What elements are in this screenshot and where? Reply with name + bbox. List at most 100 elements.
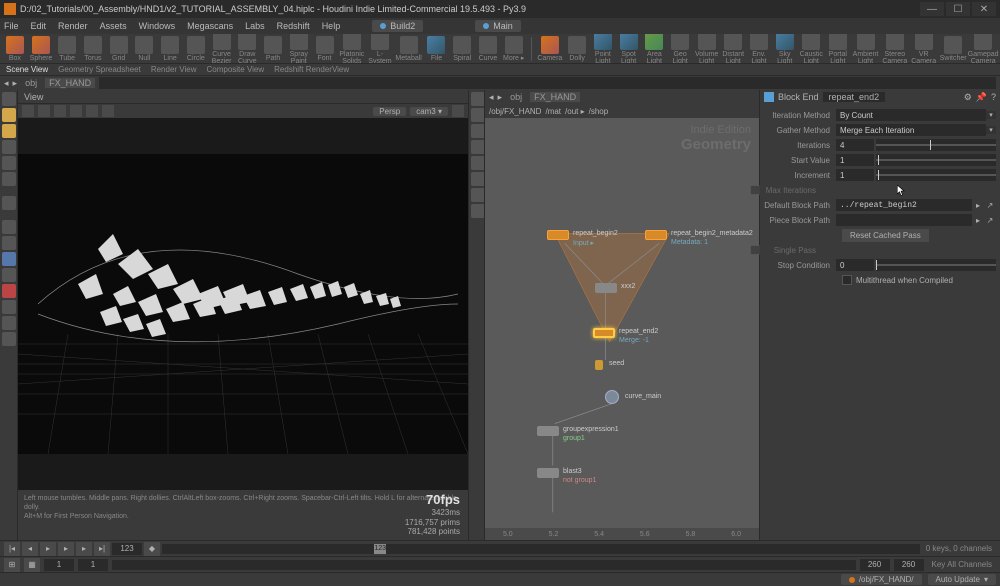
shelf-sky-light[interactable]: Sky Light xyxy=(774,34,796,64)
shelf-spiral[interactable]: Spiral xyxy=(451,36,473,62)
shelf-platonic-solids[interactable]: Platonic Solids xyxy=(339,34,364,64)
field-start[interactable]: 1 xyxy=(836,154,874,166)
shelf-env.-light[interactable]: Env. Light xyxy=(748,34,770,64)
dropdown-icon[interactable]: ▾ xyxy=(986,126,996,134)
shelf-draw-curve[interactable]: Draw Curve xyxy=(236,34,258,64)
rt-btn-7[interactable] xyxy=(471,188,485,202)
shelf-path[interactable]: Path xyxy=(262,36,284,62)
shelf-metaball[interactable]: Metaball xyxy=(396,36,422,62)
field-iter-method[interactable]: By Count xyxy=(836,109,986,121)
shelf-grid[interactable]: Grid xyxy=(108,36,130,62)
slider-start[interactable] xyxy=(876,154,996,166)
rt-btn-3[interactable] xyxy=(471,124,485,138)
timeline-track[interactable]: 123 xyxy=(162,544,920,554)
vt-lock-icon[interactable] xyxy=(452,105,464,117)
shelf-camera[interactable]: Camera xyxy=(537,36,562,62)
op-chooser-icon[interactable]: ▸ xyxy=(972,201,984,210)
timeline-marker[interactable]: 123 xyxy=(374,544,386,554)
tool-snap1[interactable] xyxy=(2,220,16,234)
tool-snap2[interactable] xyxy=(2,236,16,250)
shelf-caustic-light[interactable]: Caustic Light xyxy=(800,34,823,64)
menu-edit[interactable]: Edit xyxy=(31,21,47,31)
maximize-button[interactable]: ☐ xyxy=(946,2,970,16)
rt-btn-6[interactable] xyxy=(471,172,485,186)
key-button[interactable]: ◆ xyxy=(144,542,160,556)
tool-grid[interactable] xyxy=(2,300,16,314)
shelf-curve[interactable]: Curve xyxy=(477,36,499,62)
end2[interactable]: 260 xyxy=(894,559,924,571)
tool-select[interactable] xyxy=(2,92,16,106)
dropdown-icon[interactable]: ▾ xyxy=(986,111,996,119)
tool-snap3[interactable] xyxy=(2,252,16,266)
jump-icon[interactable]: ↗ xyxy=(984,216,996,225)
shelf-spot-light[interactable]: Spot Light xyxy=(618,34,640,64)
menu-assets[interactable]: Assets xyxy=(100,21,127,31)
shelf-circle[interactable]: Circle xyxy=(185,36,207,62)
rt-btn-4[interactable] xyxy=(471,140,485,154)
vt-btn-1[interactable] xyxy=(22,105,34,117)
shelf-point-light[interactable]: Point Light xyxy=(592,34,614,64)
menu-windows[interactable]: Windows xyxy=(139,21,176,31)
field-gather[interactable]: Merge Each Iteration xyxy=(836,124,986,136)
shelf-curve-bezier[interactable]: Curve Bezier xyxy=(211,34,233,64)
view-tab-label[interactable]: View xyxy=(24,92,43,102)
net-path-fx[interactable]: FX_HAND xyxy=(530,92,580,102)
rt-btn-8[interactable] xyxy=(471,204,485,218)
crumb-4[interactable]: /shop xyxy=(589,107,609,116)
node-blast3[interactable]: blast3 not group1 xyxy=(537,468,559,478)
display-flag-icon[interactable] xyxy=(764,92,774,102)
chk-multithread[interactable] xyxy=(842,275,852,285)
menu-labs[interactable]: Labs xyxy=(245,21,265,31)
path-input[interactable] xyxy=(99,77,996,89)
next-frame-button[interactable]: ▸ xyxy=(76,542,92,556)
shelf-tube[interactable]: Tube xyxy=(56,36,78,62)
start1[interactable]: 1 xyxy=(44,559,74,571)
field-stop[interactable]: 0 xyxy=(836,259,874,271)
net-back-icon[interactable]: ◂ xyxy=(489,92,494,103)
chk-max-iter[interactable] xyxy=(750,185,760,195)
node-repeat-begin2-metadata[interactable]: repeat_begin2_metadata2 Metadata: 1 xyxy=(645,230,667,240)
tool-brush[interactable] xyxy=(2,124,16,138)
vt-btn-2[interactable] xyxy=(38,105,50,117)
crumb-1[interactable]: /obj/FX_HAND xyxy=(489,107,541,116)
help-icon[interactable]: ? xyxy=(991,92,996,102)
node-curve-main[interactable]: curve_main xyxy=(605,390,619,404)
cam-dropdown[interactable]: cam3 ▾ xyxy=(410,107,448,116)
shelf-line[interactable]: Line xyxy=(159,36,181,62)
pin-icon[interactable]: 📌 xyxy=(976,92,987,103)
shelf-file[interactable]: File xyxy=(426,36,448,62)
viewport-3d[interactable] xyxy=(18,118,468,490)
path-fwd-icon[interactable]: ▸ xyxy=(13,78,18,89)
tab-composite-view[interactable]: Composite View xyxy=(206,65,264,74)
node-xxx2[interactable]: xxx2 xyxy=(595,283,617,293)
prev-frame-button[interactable]: ◂ xyxy=(22,542,38,556)
status-update[interactable]: Auto Update ▾ xyxy=(928,574,997,585)
range-btn-2[interactable]: ▦ xyxy=(24,558,40,572)
range-btn-1[interactable]: ⊞ xyxy=(4,558,20,572)
close-button[interactable]: ✕ xyxy=(972,2,996,16)
crumb-3[interactable]: /out ▸ xyxy=(565,107,585,116)
tool-scale[interactable] xyxy=(2,172,16,186)
shelf-sphere[interactable]: Sphere xyxy=(30,36,53,62)
field-iterations[interactable]: 4 xyxy=(836,139,874,151)
tool-snap4[interactable] xyxy=(2,268,16,282)
field-increment[interactable]: 1 xyxy=(836,169,874,181)
menu-help[interactable]: Help xyxy=(322,21,341,31)
path-fx-hand[interactable]: FX_HAND xyxy=(45,78,95,88)
chk-single-pass[interactable] xyxy=(750,245,760,255)
net-fwd-icon[interactable]: ▸ xyxy=(498,92,503,103)
tool-arrow[interactable] xyxy=(2,196,16,210)
vt-btn-6[interactable] xyxy=(102,105,114,117)
tool-magnet[interactable] xyxy=(2,284,16,298)
slider-iterations[interactable] xyxy=(876,139,996,151)
net-path-obj[interactable]: obj xyxy=(506,92,526,102)
main-pill[interactable]: Main xyxy=(475,20,521,32)
end1[interactable]: 260 xyxy=(860,559,890,571)
menu-redshift[interactable]: Redshift xyxy=(277,21,310,31)
start2[interactable]: 1 xyxy=(78,559,108,571)
shelf-area-light[interactable]: Area Light xyxy=(644,34,666,64)
shelf-l-system[interactable]: L-System xyxy=(368,34,391,64)
minimize-button[interactable]: — xyxy=(920,2,944,16)
field-default-path[interactable]: ../repeat_begin2 xyxy=(836,199,972,211)
shelf-font[interactable]: Font xyxy=(314,36,336,62)
